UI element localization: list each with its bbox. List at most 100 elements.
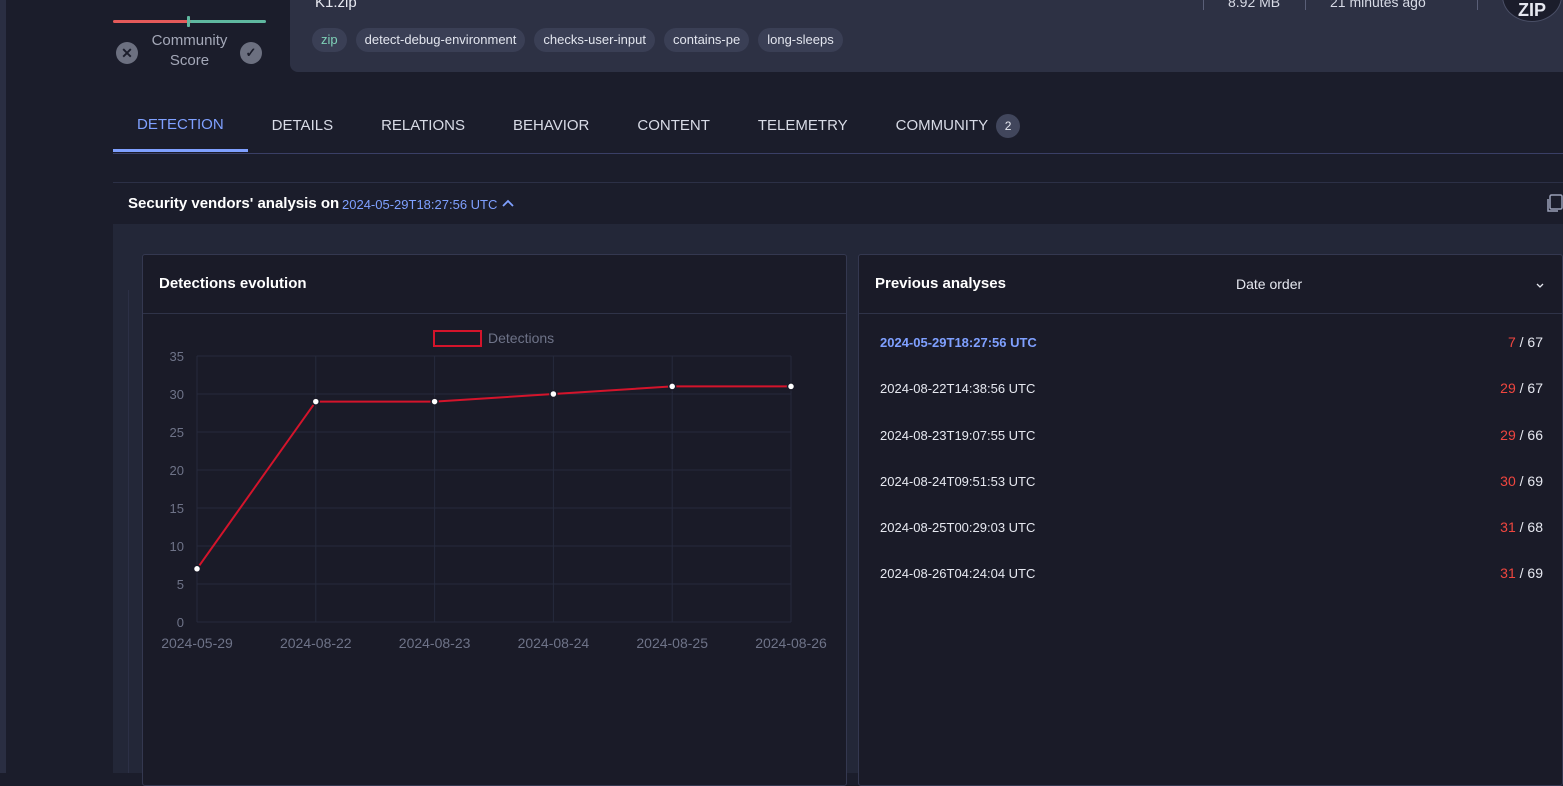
- downvote-icon[interactable]: ✕: [116, 42, 138, 64]
- analysis-date[interactable]: 2024-08-23T19:07:55 UTC: [880, 428, 1035, 443]
- panel-divider: [143, 313, 846, 314]
- meta-separator: [1305, 0, 1306, 10]
- tab-label: COMMUNITY: [895, 117, 989, 134]
- file-type-badge: ZIP: [1502, 0, 1562, 22]
- meta-separator: [1203, 0, 1204, 10]
- y-tick-label: 10: [170, 539, 184, 554]
- analysis-score: 31 / 69: [1500, 565, 1543, 581]
- analysis-score: 7 / 67: [1508, 334, 1543, 350]
- last-analysis-time: 21 minutes ago: [1330, 0, 1426, 10]
- total-engines: / 69: [1519, 565, 1543, 582]
- data-point: [667, 382, 677, 391]
- file-tags: zip detect-debug-environment checks-user-i…: [312, 28, 843, 52]
- y-tick-label: 20: [170, 463, 184, 478]
- x-tick-label: 2024-08-24: [518, 635, 590, 651]
- analysis-row[interactable]: 2024-08-26T04:24:04 UTC 31 / 69: [880, 562, 1543, 608]
- detected-count: 29: [1500, 426, 1516, 443]
- copy-icon[interactable]: [1545, 193, 1563, 213]
- analysis-date[interactable]: 2024-08-24T09:51:53 UTC: [880, 474, 1035, 489]
- tab-relations[interactable]: RELATIONS: [357, 100, 489, 152]
- community-score-label: Community Score: [151, 32, 228, 69]
- analysis-score: 29 / 67: [1500, 380, 1543, 396]
- previous-panel-title: Previous analyses: [875, 275, 1006, 292]
- total-engines: / 67: [1519, 334, 1543, 350]
- detected-count: 30: [1500, 472, 1516, 489]
- tag-checks-user-input[interactable]: checks-user-input: [534, 28, 655, 52]
- data-point: [549, 389, 558, 399]
- total-engines: / 69: [1519, 472, 1543, 489]
- detected-count: 31: [1500, 565, 1516, 582]
- chevron-down-icon[interactable]: [1535, 280, 1545, 290]
- analysis-row[interactable]: 2024-08-22T14:38:56 UTC 29 / 67: [880, 377, 1543, 423]
- detected-count: 7: [1507, 334, 1516, 350]
- tab-label: DETECTION: [137, 115, 224, 133]
- total-engines: / 67: [1519, 380, 1543, 397]
- tab-count-badge: 2: [996, 114, 1021, 138]
- y-tick-label: 5: [177, 577, 184, 592]
- side-table-edge: [113, 290, 129, 773]
- detections-line-chart: 0 5 10 15 20 25 30 35 2024-05-29 2024-08-22 2024-0…: [161, 330, 827, 651]
- tab-community[interactable]: COMMUNITY 2: [872, 100, 1045, 152]
- tab-label: DETAILS: [271, 117, 334, 134]
- detected-count: 29: [1500, 380, 1516, 397]
- tab-telemetry[interactable]: TELEMETRY: [734, 100, 872, 152]
- file-name: K1.zip: [315, 0, 357, 11]
- tab-label: TELEMETRY: [757, 117, 848, 134]
- detected-count: 31: [1500, 519, 1516, 536]
- analysis-row[interactable]: 2024-08-23T19:07:55 UTC 29 / 66: [880, 424, 1543, 470]
- tab-details[interactable]: DETAILS: [248, 100, 357, 152]
- data-point: [430, 397, 439, 406]
- x-tick-label: 2024-08-23: [399, 635, 471, 651]
- tag-long-sleeps[interactable]: long-sleeps: [758, 28, 843, 52]
- analysis-row[interactable]: 2024-08-24T09:51:53 UTC 30 / 69: [880, 470, 1543, 516]
- y-tick-label: 35: [170, 349, 184, 364]
- community-score-marker: [187, 16, 190, 27]
- y-tick-label: 30: [170, 387, 184, 402]
- community-score: ✕ Community Score ✓: [113, 0, 266, 75]
- tab-detection[interactable]: DETECTION: [113, 100, 248, 152]
- section-title: Security vendors' analysis on: [128, 195, 340, 212]
- x-tick-label: 2024-08-26: [755, 635, 827, 651]
- tab-label: CONTENT: [637, 117, 710, 134]
- data-point: [786, 382, 796, 391]
- analysis-date[interactable]: 2024-08-26T04:24:04 UTC: [880, 566, 1035, 581]
- data-point: [192, 564, 202, 574]
- evolution-panel-title: Detections evolution: [159, 275, 307, 292]
- tag-zip[interactable]: zip: [312, 28, 347, 52]
- data-point: [311, 397, 321, 406]
- x-tick-label: 2024-05-29: [161, 635, 233, 651]
- analysis-score: 31 / 68: [1500, 519, 1543, 535]
- x-tick-label: 2024-08-22: [280, 635, 352, 651]
- legend-swatch: [433, 330, 482, 347]
- y-tick-label: 25: [170, 425, 184, 440]
- section-date-link[interactable]: 2024-05-29T18:27:56 UTC: [342, 197, 497, 212]
- tab-content[interactable]: CONTENT: [613, 100, 734, 152]
- total-engines: / 68: [1519, 519, 1543, 536]
- tab-behavior[interactable]: BEHAVIOR: [489, 100, 613, 152]
- tag-detect-debug-environment[interactable]: detect-debug-environment: [355, 28, 526, 52]
- meta-separator: [1477, 0, 1478, 10]
- analysis-score: 29 / 66: [1500, 427, 1543, 443]
- tab-label: BEHAVIOR: [512, 117, 590, 134]
- date-order-select[interactable]: Date order: [1236, 276, 1302, 292]
- tag-contains-pe[interactable]: contains-pe: [664, 28, 750, 52]
- legend-label: Detections: [488, 330, 554, 346]
- analysis-date[interactable]: 2024-08-22T14:38:56 UTC: [880, 381, 1035, 396]
- vendors-analysis-header: Security vendors' analysis on 2024-05-29…: [113, 182, 1563, 225]
- analysis-date[interactable]: 2024-05-29T18:27:56 UTC: [880, 335, 1037, 350]
- tab-label: RELATIONS: [381, 117, 465, 134]
- analysis-row[interactable]: 2024-08-25T00:29:03 UTC 31 / 68: [880, 516, 1543, 562]
- panel-divider: [859, 313, 1562, 314]
- y-tick-label: 0: [177, 615, 184, 630]
- analysis-date[interactable]: 2024-08-25T00:29:03 UTC: [880, 520, 1035, 535]
- upvote-icon[interactable]: ✓: [240, 42, 262, 64]
- x-tick-label: 2024-08-25: [636, 635, 708, 651]
- file-size: 8.92 MB: [1228, 0, 1281, 10]
- analysis-score: 30 / 69: [1500, 473, 1543, 489]
- chevron-up-icon[interactable]: [501, 196, 515, 210]
- total-engines: / 66: [1519, 426, 1543, 443]
- y-tick-label: 15: [170, 501, 184, 516]
- analysis-row[interactable]: 2024-05-29T18:27:56 UTC 7 / 67: [880, 331, 1543, 377]
- analysis-list: 2024-05-29T18:27:56 UTC 7 / 67 2024-08-22T…: [880, 331, 1543, 609]
- previous-analyses-panel: Previous analyses Date order 2024-05-29T…: [858, 254, 1563, 786]
